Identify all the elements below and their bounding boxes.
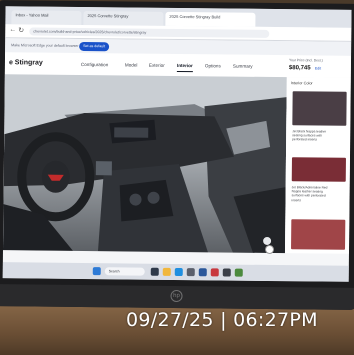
- tab-summary[interactable]: Summary: [233, 64, 253, 69]
- app-icon[interactable]: [198, 268, 207, 277]
- timestamp-time: 06:27PM: [233, 309, 318, 331]
- tab-exterior[interactable]: Exterior: [149, 63, 165, 68]
- color-swatch[interactable]: [291, 157, 346, 182]
- price-edit-link[interactable]: Edit: [315, 66, 321, 70]
- refresh-icon[interactable]: ↻: [18, 26, 24, 34]
- search-placeholder: Search: [108, 269, 120, 274]
- browser-tab[interactable]: 2025 Corvette Stingray: [83, 11, 164, 26]
- photo-timestamp: 09/27/25 | 06:27PM: [126, 309, 318, 331]
- swatch-description: Jet Black/Adrenaline Red Nappa leather s…: [291, 185, 328, 202]
- task-view-icon[interactable]: [150, 267, 159, 276]
- price-label: Your Price (Incl. Dest.): [288, 58, 323, 63]
- interior-render: [2, 74, 287, 254]
- system-tray[interactable]: [313, 269, 341, 277]
- browser-tab[interactable]: Inbox - Yahoo Mail: [11, 10, 82, 25]
- model-name: e Stingray: [8, 59, 43, 67]
- file-explorer-icon[interactable]: [162, 267, 171, 276]
- tab-configuration[interactable]: Configuration: [81, 62, 108, 67]
- timestamp-date: 09/27/25: [126, 309, 214, 331]
- app-icon[interactable]: [234, 268, 243, 277]
- app-icon[interactable]: [210, 268, 219, 277]
- tab-model[interactable]: Model: [125, 62, 138, 67]
- store-icon[interactable]: [186, 268, 195, 277]
- laptop-screen: Inbox - Yahoo Mail 2025 Corvette Stingra…: [2, 6, 352, 282]
- tab-interior[interactable]: Interior: [177, 63, 193, 68]
- price-value: $80,745: [288, 65, 311, 72]
- car-interior-image: [2, 74, 287, 254]
- color-swatch[interactable]: [292, 91, 347, 126]
- color-swatch[interactable]: [291, 219, 346, 250]
- expand-icon[interactable]: [264, 244, 275, 255]
- panel-title: Interior Color: [290, 81, 313, 86]
- start-icon[interactable]: [92, 267, 101, 276]
- set-default-button[interactable]: Set as default: [79, 41, 110, 52]
- taskbar: Search: [2, 262, 349, 282]
- url-field[interactable]: chevrolet.com/build-and-price/vehicles/2…: [29, 27, 270, 38]
- tab-options[interactable]: Options: [205, 63, 221, 68]
- edge-icon[interactable]: [174, 267, 183, 277]
- timestamp-separator: |: [220, 309, 227, 331]
- hp-logo: hp: [170, 289, 183, 303]
- taskbar-search[interactable]: Search: [104, 267, 145, 276]
- back-icon[interactable]: ←: [9, 26, 16, 33]
- laptop: Inbox - Yahoo Mail 2025 Corvette Stingra…: [0, 0, 354, 310]
- browser-tab-active[interactable]: 2025 Corvette Stingray Build: [165, 11, 256, 27]
- interior-color-panel: Interior Color Jet Black Nappa leather s…: [284, 77, 351, 254]
- swatch-description: Jet Black Nappa leather seating surfaces…: [292, 129, 327, 142]
- infobar-message: Make Microsoft Edge your default browser: [11, 43, 79, 48]
- app-icon[interactable]: [222, 268, 231, 277]
- laptop-bezel: hp: [0, 284, 354, 310]
